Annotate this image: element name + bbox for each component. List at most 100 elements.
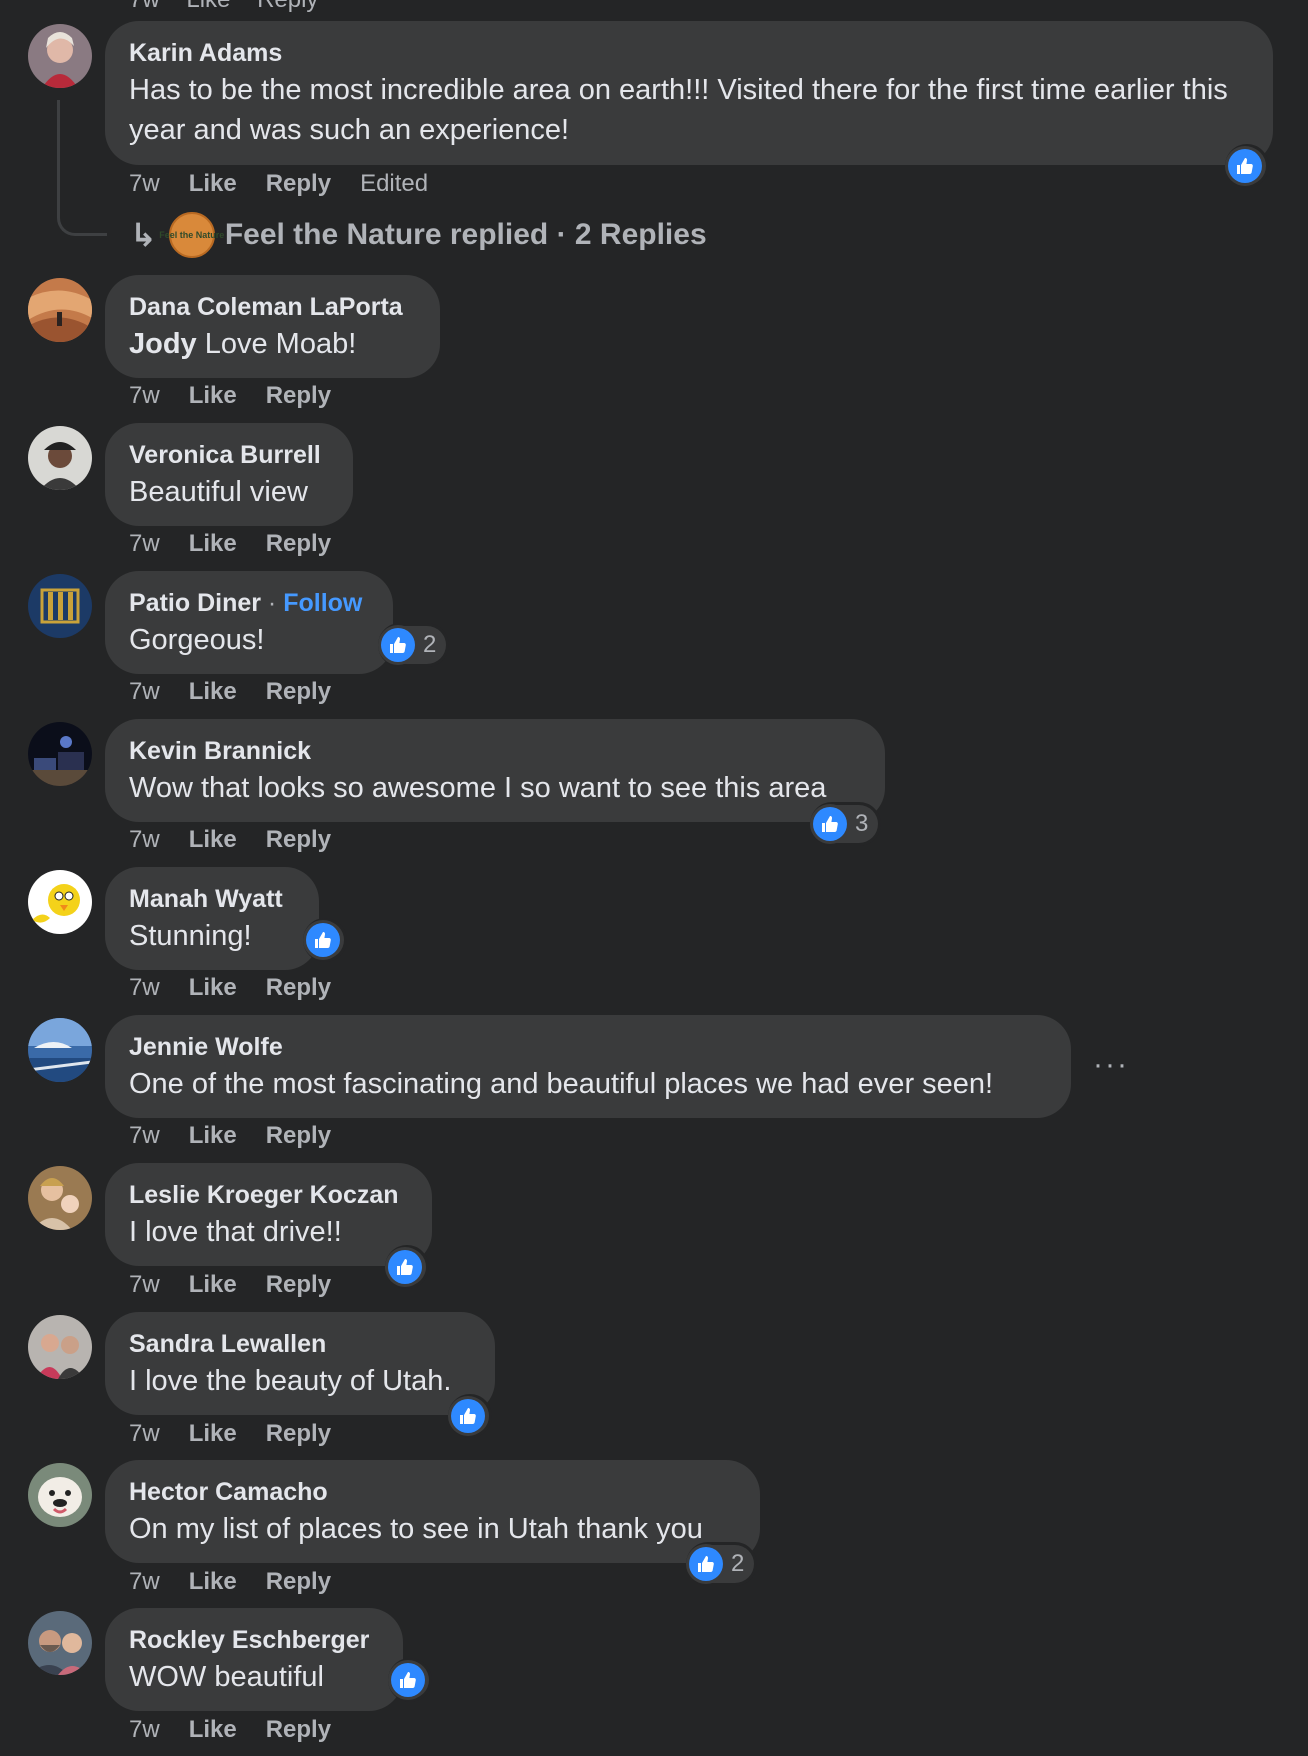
- reply-action[interactable]: Reply: [266, 826, 331, 853]
- follow-link[interactable]: Follow: [283, 589, 362, 617]
- avatar[interactable]: [28, 24, 92, 88]
- like-action[interactable]: Like: [189, 1716, 237, 1743]
- comment-actions: 7w Like Reply: [129, 678, 360, 706]
- comment-actions: 7w Like Reply: [129, 382, 360, 410]
- reaction-badge[interactable]: [306, 921, 344, 959]
- comment-author[interactable]: Dana Coleman LaPorta: [129, 292, 416, 322]
- thread-replies-link[interactable]: ↳ Feel the Nature Feel the Nature replie…: [130, 212, 707, 258]
- timestamp[interactable]: 7w: [129, 1271, 160, 1298]
- comment-author[interactable]: Veronica Burrell: [129, 440, 329, 470]
- like-action[interactable]: Like: [189, 1568, 237, 1595]
- timestamp[interactable]: 7w: [129, 826, 160, 853]
- avatar[interactable]: [28, 870, 92, 934]
- separator-dot: ·: [260, 589, 284, 617]
- like-thumb-icon: [306, 923, 340, 957]
- timestamp[interactable]: 7w: [129, 1716, 160, 1743]
- comment-text: Gorgeous!: [129, 624, 265, 656]
- avatar[interactable]: [28, 1166, 92, 1230]
- reply-action[interactable]: Reply: [266, 1271, 331, 1298]
- reply-action[interactable]: Reply: [266, 678, 331, 705]
- avatar[interactable]: [28, 1018, 92, 1082]
- reaction-badge[interactable]: [451, 1397, 489, 1435]
- reaction-badge[interactable]: 2: [689, 1545, 755, 1583]
- timestamp[interactable]: 7w: [129, 382, 160, 409]
- reaction-badge[interactable]: [391, 1661, 429, 1699]
- comment-text: WOW beautiful: [129, 1661, 324, 1693]
- like-action[interactable]: Like: [189, 1271, 237, 1298]
- like-thumb-icon: [813, 807, 847, 841]
- reply-action[interactable]: Reply: [266, 170, 331, 197]
- comment-text: I love that drive!!: [129, 1216, 342, 1248]
- comment-author[interactable]: Jennie Wolfe: [129, 1032, 1047, 1062]
- reply-action[interactable]: Reply: [266, 1420, 331, 1447]
- avatar[interactable]: [28, 278, 92, 342]
- comment-text: One of the most fascinating and beautifu…: [129, 1068, 994, 1100]
- like-action[interactable]: Like: [189, 1420, 237, 1447]
- timestamp[interactable]: 7w: [129, 974, 160, 1001]
- comment-text: Love Moab!: [196, 328, 357, 360]
- reaction-badge[interactable]: 3: [813, 805, 879, 843]
- reaction-badge[interactable]: [388, 1248, 426, 1286]
- timestamp[interactable]: 7w: [129, 170, 160, 197]
- comment-text: On my list of places to see in Utah than…: [129, 1513, 703, 1545]
- timestamp[interactable]: 7w: [129, 678, 160, 705]
- comment-actions: 7w Like Reply: [129, 826, 360, 854]
- more-options-icon[interactable]: ···: [1093, 1050, 1129, 1080]
- mention-tag[interactable]: Jody: [129, 328, 197, 360]
- timestamp[interactable]: 7w: [129, 1568, 160, 1595]
- comment-author[interactable]: Sandra Lewallen: [129, 1329, 471, 1359]
- timestamp[interactable]: 7w: [129, 530, 160, 557]
- like-action[interactable]: Like: [189, 826, 237, 853]
- like-thumb-icon: [689, 1547, 723, 1581]
- comment-bubble: Veronica Burrell Beautiful view: [105, 423, 353, 526]
- avatar[interactable]: [28, 722, 92, 786]
- like-action[interactable]: Like: [186, 0, 230, 13]
- comment-author[interactable]: Rockley Eschberger: [129, 1625, 379, 1655]
- like-thumb-icon: [391, 1663, 425, 1697]
- comment-bubble: Leslie Kroeger Koczan I love that drive!…: [105, 1163, 432, 1266]
- reply-action[interactable]: Reply: [266, 974, 331, 1001]
- comment-text: Has to be the most incredible area on ea…: [129, 74, 1228, 146]
- like-thumb-icon: [388, 1250, 422, 1284]
- avatar[interactable]: [28, 574, 92, 638]
- avatar[interactable]: [28, 1315, 92, 1379]
- comment-bubble: Manah Wyatt Stunning!: [105, 867, 319, 970]
- avatar[interactable]: [28, 1463, 92, 1527]
- comment-bubble: Sandra Lewallen I love the beauty of Uta…: [105, 1312, 495, 1415]
- comment-author[interactable]: Hector Camacho: [129, 1477, 736, 1507]
- comment-author[interactable]: Leslie Kroeger Koczan: [129, 1180, 408, 1210]
- like-action[interactable]: Like: [189, 678, 237, 705]
- reply-action[interactable]: Reply: [266, 1122, 331, 1149]
- like-action[interactable]: Like: [189, 974, 237, 1001]
- comment-actions: 7w Like Reply: [129, 1568, 360, 1596]
- reply-action[interactable]: Reply: [266, 530, 331, 557]
- comment-actions: 7w Like Reply: [129, 1271, 360, 1299]
- avatar[interactable]: [28, 426, 92, 490]
- comment-bubble: Hector Camacho On my list of places to s…: [105, 1460, 760, 1563]
- like-thumb-icon: [1228, 149, 1262, 183]
- reply-arrow-icon: ↳: [130, 217, 157, 253]
- like-action[interactable]: Like: [189, 1122, 237, 1149]
- reply-action[interactable]: Reply: [257, 0, 318, 13]
- reply-action[interactable]: Reply: [266, 1568, 331, 1595]
- reaction-badge[interactable]: 2: [381, 626, 447, 664]
- like-action[interactable]: Like: [189, 170, 237, 197]
- reply-action[interactable]: Reply: [266, 382, 331, 409]
- comment-bubble: Patio Diner · Follow Gorgeous!: [105, 571, 393, 674]
- reaction-count: 2: [423, 631, 437, 658]
- like-action[interactable]: Like: [189, 382, 237, 409]
- comment-bubble: Kevin Brannick Wow that looks so awesome…: [105, 719, 885, 822]
- comment-actions: 7w Like Reply: [129, 1420, 360, 1448]
- comment-actions: 7w Like Reply Edited: [129, 170, 457, 198]
- comment-author[interactable]: Kevin Brannick: [129, 736, 861, 766]
- like-action[interactable]: Like: [189, 530, 237, 557]
- comment-author[interactable]: Manah Wyatt: [129, 884, 295, 914]
- timestamp[interactable]: 7w: [129, 1420, 160, 1447]
- comment-author[interactable]: Patio Diner: [129, 589, 261, 617]
- replies-summary[interactable]: Feel the Nature replied · 2 Replies: [225, 218, 707, 252]
- reaction-badge[interactable]: [1228, 147, 1266, 185]
- comment-author[interactable]: Karin Adams: [129, 38, 1249, 68]
- reply-action[interactable]: Reply: [266, 1716, 331, 1743]
- avatar[interactable]: [28, 1611, 92, 1675]
- timestamp[interactable]: 7w: [129, 1122, 160, 1149]
